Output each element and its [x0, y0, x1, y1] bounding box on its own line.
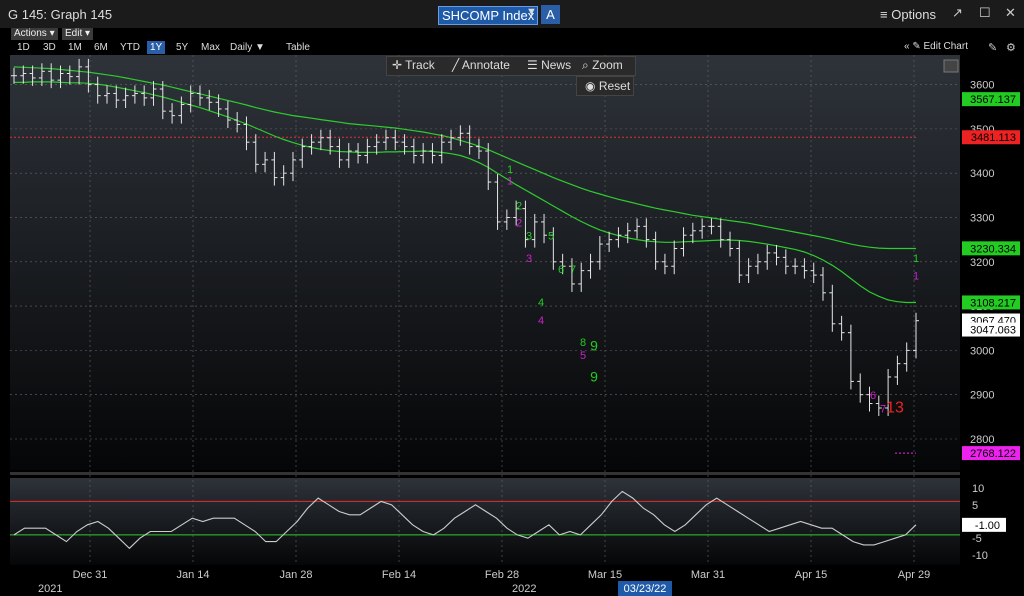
x-tick-label: Apr 15 — [795, 569, 827, 581]
setup-count-label: 6 — [558, 264, 564, 276]
setup-count-label: 2 — [516, 201, 522, 213]
oscillator-tick-label: 5 — [972, 500, 978, 512]
setup-count-label: 5 — [548, 231, 554, 243]
year-label: 2021 — [38, 583, 62, 595]
y-tick-label: 2800 — [970, 434, 994, 446]
chevron-down-icon[interactable]: ▼ — [526, 6, 537, 18]
y-tick-label: 2900 — [970, 390, 994, 402]
pencil-icon: ✎ — [912, 41, 924, 52]
chart-menu-icon — [943, 59, 959, 73]
magnifier-icon: ⌕ — [582, 58, 593, 72]
setup-count-label: 13 — [886, 399, 904, 416]
y-tick-label: 3000 — [970, 345, 994, 357]
setup-count-label: 7 — [570, 264, 576, 276]
setup-count-label: 8 — [580, 337, 586, 349]
setup-count-label: 1 — [913, 271, 919, 283]
x-tick-label: Mar 31 — [691, 569, 725, 581]
market-button[interactable]: A — [541, 5, 560, 24]
setup-count-label: 5 — [580, 350, 586, 362]
y-tick-label: 3400 — [970, 168, 994, 180]
oscillator-plot-area — [10, 478, 960, 565]
news-button[interactable]: ☰ News — [527, 58, 571, 72]
y-tick-label: 3200 — [970, 257, 994, 269]
reset-label: Reset — [598, 79, 631, 93]
news-icon: ☰ — [527, 58, 542, 72]
cursor-date-label: 03/23/22 — [624, 583, 667, 595]
annotate-button[interactable]: ╱ Annotate — [452, 58, 510, 72]
setup-count-label: 4 — [538, 315, 544, 327]
edit-chart-button[interactable]: « ✎ Edit Chart — [904, 41, 968, 52]
edit-menu[interactable]: Edit ▾ — [62, 28, 94, 40]
range-3d[interactable]: 3D — [40, 41, 59, 54]
frequency-dropdown[interactable]: Daily ▼ — [227, 41, 268, 54]
range-max[interactable]: Max — [198, 41, 223, 54]
price-chart[interactable]: 280029003000310032003300340035003600Dec … — [0, 55, 1024, 596]
x-tick-label: Mar 15 — [588, 569, 622, 581]
crosshair-icon: ✛ — [392, 58, 406, 72]
y-tick-label: 3300 — [970, 212, 994, 224]
actions-label: Actions — [14, 28, 47, 39]
zoom-label: Zoom — [592, 58, 623, 72]
price-label: 3108.217 — [970, 297, 1016, 309]
reset-icon: ◉ — [585, 79, 599, 93]
setup-count-label: 4 — [538, 297, 544, 309]
price-label: 3567.137 — [970, 94, 1016, 106]
price-label: 3230.334 — [970, 243, 1016, 255]
range-1y[interactable]: 1Y — [147, 41, 166, 54]
setup-count-label: 3 — [526, 253, 532, 265]
x-tick-label: Jan 14 — [176, 569, 209, 581]
edit-chart-label: Edit Chart — [923, 41, 968, 52]
range-1d[interactable]: 1D — [14, 41, 33, 54]
popout-icon[interactable]: ↗ — [952, 5, 963, 21]
options-label: Options — [891, 7, 937, 22]
ticker-input[interactable]: SHCOMP Index — [438, 6, 539, 25]
actions-menu[interactable]: Actions ▾ — [11, 28, 58, 40]
price-label: 3047.063 — [970, 325, 1016, 337]
range-ytd[interactable]: YTD — [117, 41, 143, 54]
setup-count-label: 3 — [526, 231, 532, 243]
pencil-icon: ╱ — [452, 58, 462, 72]
oscillator-tick-label: -5 — [972, 533, 982, 545]
setup-count-label: 9 — [590, 368, 598, 384]
price-label: 2768.122 — [970, 448, 1016, 460]
x-tick-label: Dec 31 — [73, 569, 108, 581]
window-title: G 145: Graph 145 — [8, 7, 113, 22]
track-button[interactable]: ✛ Track — [392, 58, 435, 72]
range-1m[interactable]: 1M — [65, 41, 85, 54]
price-label: 3481.113 — [971, 132, 1016, 144]
edit-label: Edit — [65, 28, 83, 39]
x-tick-label: Feb 14 — [382, 569, 416, 581]
x-tick-label: Jan 28 — [279, 569, 312, 581]
x-tick-label: Apr 29 — [898, 569, 930, 581]
setup-count-label: 1 — [913, 253, 919, 265]
menu-icon: ≡ — [880, 7, 892, 22]
setup-count-label: 9 — [590, 337, 598, 353]
x-tick-label: Feb 28 — [485, 569, 519, 581]
oscillator-value: -1.00 — [975, 520, 1000, 532]
pane-divider — [10, 472, 960, 475]
settings-icon[interactable]: ⚙ — [1006, 41, 1016, 54]
setup-count-label: 1 — [507, 175, 513, 187]
table-button[interactable]: Table — [283, 41, 313, 54]
range-5y[interactable]: 5Y — [173, 41, 191, 54]
main-plot-area — [10, 55, 960, 470]
oscillator-tick-label: 10 — [972, 483, 984, 495]
annotate-label: Annotate — [461, 58, 510, 72]
edit-icon[interactable]: ✎ — [988, 41, 997, 54]
oscillator-tick-label: -10 — [972, 550, 988, 562]
menu-bar — [0, 28, 1024, 40]
news-label: News — [541, 58, 572, 72]
range-6m[interactable]: 6M — [91, 41, 111, 54]
setup-count-label: 2 — [516, 217, 522, 229]
track-label: Track — [405, 58, 435, 72]
zoom-button[interactable]: ⌕ Zoom — [582, 58, 623, 73]
close-icon[interactable]: ✕ — [1005, 5, 1016, 21]
reset-button[interactable]: ◉ Reset — [576, 76, 634, 96]
options-button[interactable]: ≡ Options — [880, 7, 936, 22]
y-tick-label: 3600 — [970, 80, 994, 92]
setup-count-label: 6 — [870, 390, 876, 402]
year-label: 2022 — [512, 583, 536, 595]
frequency-label: Daily — [230, 42, 253, 53]
maximize-icon[interactable]: ☐ — [979, 5, 991, 21]
